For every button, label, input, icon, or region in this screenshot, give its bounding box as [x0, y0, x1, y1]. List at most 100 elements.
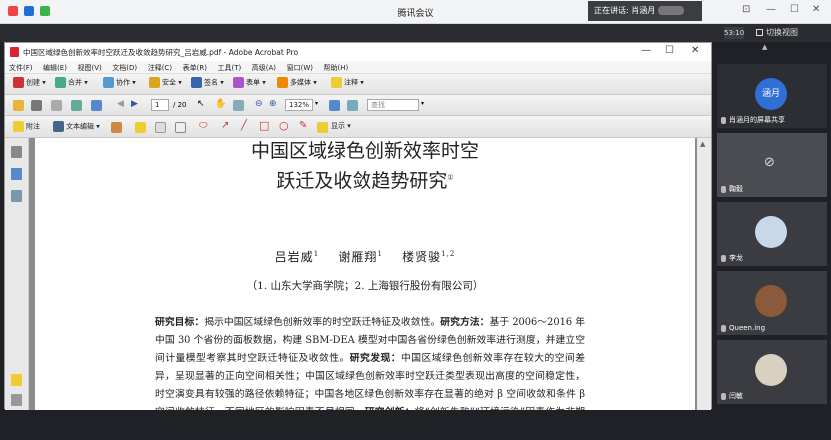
- camera-off-icon: ⊘: [764, 155, 775, 170]
- maximize-icon[interactable]: ☐: [790, 4, 799, 15]
- attach-note-button[interactable]: 附注: [13, 121, 40, 132]
- abstract-label-method: 研究方法：: [440, 317, 490, 328]
- switch-view-label: 切换视图: [766, 28, 798, 37]
- ellipse-tool-icon[interactable]: ⬭: [199, 120, 208, 131]
- zoom-in-icon[interactable]: ⊕: [269, 99, 277, 109]
- pdf-page[interactable]: 中国区域绿色创新效率时空 跃迁及收敛趋势研究① 吕岩威1 谢雁翔1 楼贤骏1,2…: [35, 138, 695, 436]
- create-button[interactable]: 创建 ▾: [13, 77, 46, 88]
- multimedia-button[interactable]: 多媒体 ▾: [277, 77, 317, 88]
- meeting-title-bar: 腾讯会议 正在讲话: 肖涵月 ⊡ — ☐ ✕: [0, 0, 831, 24]
- highlight-icon[interactable]: [135, 122, 146, 133]
- merge-icon: [55, 77, 66, 88]
- previous-page-icon[interactable]: ◀: [117, 99, 124, 109]
- participant-tile[interactable]: Queen.ing: [717, 271, 827, 335]
- page-total: / 20: [173, 101, 187, 109]
- pencil-tool-icon[interactable]: ✎: [299, 120, 307, 131]
- participant-tile[interactable]: 涵月 肖涵月的屏幕共享: [717, 64, 827, 128]
- open-folder-icon[interactable]: [13, 100, 24, 111]
- menu-file[interactable]: 文件(F): [5, 61, 37, 75]
- author-3-sup: 1,2: [441, 250, 456, 258]
- zoom-dropdown-icon[interactable]: ▾: [315, 100, 318, 107]
- find-dropdown-icon[interactable]: ▾: [421, 100, 424, 107]
- secure-button[interactable]: 安全 ▾: [149, 77, 182, 88]
- stamp-icon[interactable]: [111, 122, 122, 133]
- rectangle-tool-icon[interactable]: □: [259, 119, 269, 132]
- mic-icon: [721, 324, 726, 332]
- navigation-pane: [5, 138, 29, 410]
- zoom-level-input[interactable]: 132%: [285, 99, 313, 111]
- close-icon[interactable]: ✕: [812, 4, 820, 15]
- menu-document[interactable]: 文档(D): [108, 61, 141, 75]
- page-number-input[interactable]: 1: [151, 99, 169, 111]
- text-edit-button[interactable]: 文本编辑 ▾: [53, 121, 100, 132]
- bookmarks-panel-icon[interactable]: [11, 168, 22, 180]
- fit-width-icon[interactable]: [347, 100, 358, 111]
- collaborate-label: 协作: [116, 78, 130, 87]
- show-comments-icon[interactable]: [317, 122, 328, 133]
- oval-tool-icon[interactable]: ○: [279, 119, 289, 132]
- globe-icon[interactable]: [91, 100, 102, 111]
- merge-button[interactable]: 合并 ▾: [55, 77, 88, 88]
- form-icon: [233, 77, 244, 88]
- menu-view[interactable]: 视图(V): [73, 61, 105, 75]
- sign-button[interactable]: 签名 ▾: [191, 77, 224, 88]
- minimize-icon[interactable]: —: [766, 4, 776, 15]
- callout-icon[interactable]: [155, 122, 166, 133]
- print-icon[interactable]: [31, 100, 42, 111]
- participant-tile[interactable]: 闫敏: [717, 340, 827, 404]
- attachments-panel-icon[interactable]: [11, 394, 22, 406]
- signatures-panel-icon[interactable]: [11, 190, 22, 202]
- meeting-sub-bar: 53:10 切换视图: [0, 24, 831, 42]
- comment-icon: [331, 77, 342, 88]
- note-icon: [13, 121, 24, 132]
- find-input[interactable]: 查找: [367, 99, 419, 111]
- menu-help[interactable]: 帮助(H): [320, 61, 353, 75]
- comment-button[interactable]: 注释 ▾: [331, 77, 364, 88]
- minimize-icon[interactable]: —: [641, 45, 651, 56]
- switch-view-button[interactable]: 切换视图: [756, 27, 798, 38]
- participant-name: 闫敏: [729, 392, 743, 400]
- scroll-up-icon[interactable]: ▲: [700, 140, 705, 148]
- mic-icon: [721, 185, 726, 193]
- speaking-indicator: 正在讲话: 肖涵月: [588, 1, 702, 21]
- participant-tile[interactable]: ⊘ 鞠毅: [717, 133, 827, 197]
- pen-icon: [191, 77, 202, 88]
- zoom-out-icon[interactable]: ⊖: [255, 99, 263, 109]
- comments-panel-icon[interactable]: [11, 374, 22, 386]
- show-button[interactable]: 显示 ▾: [331, 121, 351, 131]
- acrobat-window-title: 中国区域绿色创新效率时空跃迁及收敛趋势研究_吕岩威.pdf - Adobe Ac…: [23, 48, 299, 57]
- hand-tool-icon[interactable]: ✋: [215, 99, 226, 109]
- multimedia-label: 多媒体: [290, 78, 311, 87]
- collaborate-button[interactable]: 协作 ▾: [103, 77, 136, 88]
- zoom-tool-icon[interactable]: [233, 100, 244, 111]
- pin-icon[interactable]: ⊡: [742, 4, 750, 15]
- fit-page-icon[interactable]: [329, 100, 340, 111]
- menu-comments[interactable]: 注释(C): [144, 61, 176, 75]
- menu-window[interactable]: 窗口(W): [283, 61, 317, 75]
- select-cursor-icon[interactable]: ↖: [197, 99, 205, 109]
- acrobat-title-bar: 中国区域绿色创新效率时空跃迁及收敛趋势研究_吕岩威.pdf - Adobe Ac…: [5, 43, 711, 61]
- forms-button[interactable]: 表单 ▾: [233, 77, 266, 88]
- email-icon[interactable]: [71, 100, 82, 111]
- maximize-icon[interactable]: ☐: [665, 45, 674, 56]
- pages-panel-icon[interactable]: [11, 146, 22, 158]
- paper-title-line2: 跃迁及收敛趋势研究①: [35, 166, 695, 193]
- menu-forms[interactable]: 表单(R): [179, 61, 211, 75]
- menu-edit[interactable]: 编辑(E): [39, 61, 71, 75]
- comment-toolbar: 附注 文本编辑 ▾ ⬭ ↗ ╱ □ ○ ✎ 显示 ▾: [5, 116, 711, 138]
- collapse-up-icon[interactable]: ▲: [762, 43, 767, 51]
- next-page-icon[interactable]: ▶: [131, 99, 138, 109]
- close-icon[interactable]: ✕: [691, 45, 699, 56]
- line-tool-icon[interactable]: ╱: [241, 120, 247, 131]
- arrow-tool-icon[interactable]: ↗: [221, 120, 229, 131]
- menu-advanced[interactable]: 高级(A): [248, 61, 280, 75]
- text-edit-label: 文本编辑: [66, 122, 94, 131]
- sign-label: 签名: [204, 78, 218, 87]
- participant-label: Queen.ing: [721, 324, 765, 332]
- participant-name: 鞠毅: [729, 185, 743, 193]
- participant-tile[interactable]: 李龙: [717, 202, 827, 266]
- textbox-icon[interactable]: [175, 122, 186, 133]
- save-icon[interactable]: [51, 100, 62, 111]
- vertical-scrollbar[interactable]: ▲: [697, 138, 711, 410]
- menu-tools[interactable]: 工具(T): [213, 61, 245, 75]
